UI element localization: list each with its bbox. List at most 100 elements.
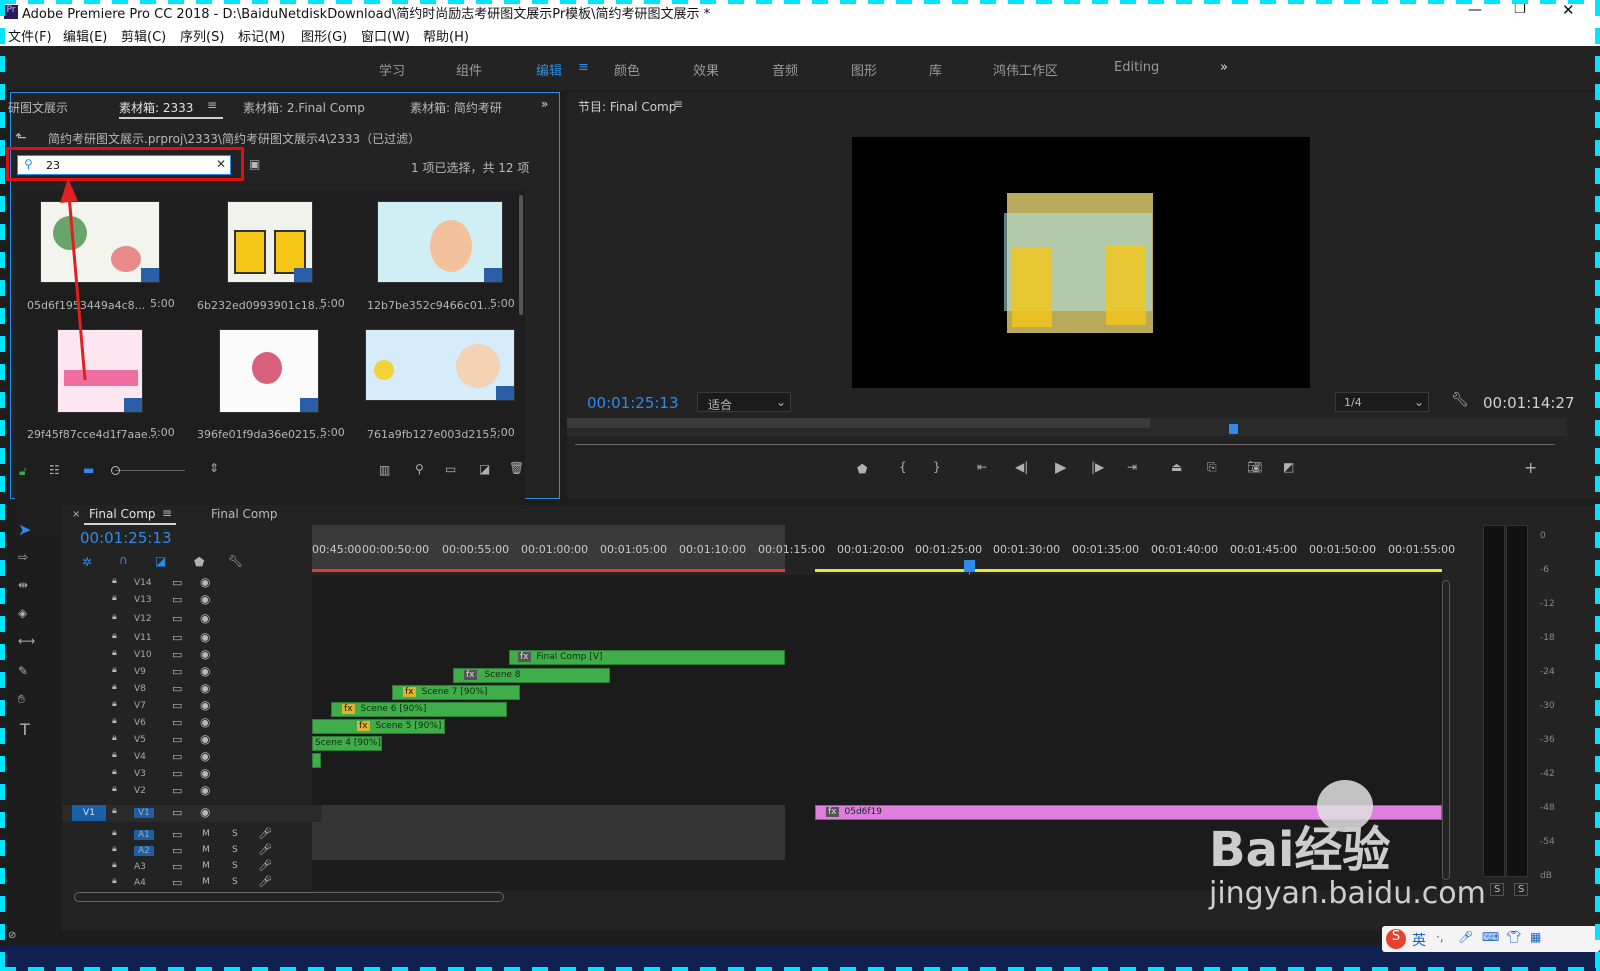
thumbnail-5[interactable] <box>219 329 319 413</box>
mic-icon[interactable]: 🎤︎ <box>1458 930 1473 944</box>
mic-icon[interactable]: 🎤︎ <box>258 859 272 872</box>
add-button-icon[interactable]: + <box>1524 458 1537 477</box>
ws-libraries[interactable]: 库 <box>929 60 942 79</box>
lock-icon[interactable]: 🔒︎ <box>112 699 117 709</box>
sync-icon[interactable]: ▭ <box>172 784 182 797</box>
skin-icon[interactable]: 👕︎ <box>1506 930 1521 944</box>
sync-icon[interactable]: ▭ <box>172 767 182 780</box>
punctuation-icon[interactable]: ·, <box>1436 930 1444 944</box>
new-bin-icon[interactable]: ▭ <box>445 462 456 476</box>
lock-icon[interactable]: 🔒︎ <box>112 576 117 586</box>
go-to-out-icon[interactable]: ⇥ <box>1127 460 1137 474</box>
list-view-icon[interactable]: ☷ <box>49 463 60 477</box>
clear-search-icon[interactable]: ✕ <box>216 157 226 171</box>
menu-clip[interactable]: 剪辑(C) <box>121 26 166 45</box>
clip-small[interactable] <box>312 753 321 768</box>
sync-icon[interactable]: ▭ <box>172 665 182 678</box>
mute-button[interactable]: M <box>202 861 210 871</box>
keyboard-icon[interactable]: ⌨︎ <box>1482 930 1499 944</box>
mic-icon[interactable]: 🎤︎ <box>258 827 272 840</box>
lock-icon[interactable]: 🔒︎ <box>112 612 117 622</box>
lock-icon[interactable]: 🔓︎ <box>19 464 27 479</box>
sync-icon[interactable]: ▭ <box>172 860 182 873</box>
ime-mode[interactable]: 英 <box>1412 930 1426 950</box>
sync-icon[interactable]: ▭ <box>172 631 182 644</box>
eye-icon[interactable]: ◉ <box>200 783 210 797</box>
ws-color[interactable]: 颜色 <box>614 60 640 79</box>
sync-icon[interactable]: ▭ <box>172 576 182 589</box>
eye-icon[interactable]: ◉ <box>200 592 210 606</box>
menu-graphics[interactable]: 图形(G) <box>301 26 347 45</box>
close-tab-icon[interactable]: × <box>72 509 80 520</box>
maximize-button[interactable]: ❐ <box>1514 2 1526 17</box>
panel-menu-icon[interactable]: ≡ <box>207 98 217 112</box>
hand-icon[interactable]: ✋︎ <box>18 692 25 707</box>
panel-menu-icon[interactable]: ≡ <box>673 97 683 111</box>
ws-more-icon[interactable]: » <box>1220 60 1228 75</box>
slip-icon[interactable]: ⟷ <box>18 634 35 648</box>
go-to-in-icon[interactable]: ⇤ <box>977 460 987 474</box>
find-icon[interactable]: ⚲ <box>415 462 424 476</box>
playhead-handle[interactable] <box>964 560 975 572</box>
ws-effects[interactable]: 效果 <box>693 60 719 79</box>
menu-file[interactable]: 文件(F) <box>8 26 52 45</box>
eye-icon[interactable]: ◉ <box>200 698 210 712</box>
sync-icon[interactable]: ▭ <box>172 750 182 763</box>
snap-icon[interactable]: ✲ <box>82 555 92 569</box>
lock-icon[interactable]: 🔒︎ <box>112 844 117 854</box>
sync-icon[interactable]: ▭ <box>172 612 182 625</box>
eye-icon[interactable]: ◉ <box>200 805 210 819</box>
lock-icon[interactable]: 🔒︎ <box>112 784 117 794</box>
minimize-button[interactable]: — <box>1468 2 1482 18</box>
eye-icon[interactable]: ◉ <box>200 681 210 695</box>
lock-icon[interactable]: 🔒︎ <box>112 806 117 816</box>
clip-scene-6[interactable]: fx Scene 6 [90%] <box>331 702 507 717</box>
toolbox-icon[interactable]: ▦ <box>1530 930 1541 944</box>
mic-icon[interactable]: 🎤︎ <box>258 843 272 856</box>
lock-icon[interactable]: 🔒︎ <box>112 860 117 870</box>
thumbnail-2[interactable] <box>227 201 313 283</box>
panel-menu-icon[interactable]: ≡ <box>162 506 172 520</box>
fit-dropdown[interactable]: 适合 ⌄ <box>697 392 791 412</box>
menu-edit[interactable]: 编辑(E) <box>63 26 107 45</box>
lock-icon[interactable]: 🔒︎ <box>112 648 117 658</box>
lock-icon[interactable]: 🔒︎ <box>112 716 117 726</box>
compare-icon[interactable]: ◩ <box>1283 460 1294 474</box>
pen-icon[interactable]: ✎ <box>18 664 28 678</box>
wrench-icon[interactable]: 🔧︎ <box>1451 392 1469 408</box>
playhead-timecode[interactable]: 00:01:25:13 <box>587 394 679 412</box>
trash-icon[interactable]: 🗑︎ <box>509 461 524 475</box>
mute-button[interactable]: M <box>202 845 210 855</box>
sogou-icon[interactable]: S <box>1386 929 1406 949</box>
lock-icon[interactable]: 🔒︎ <box>112 665 117 675</box>
tab-final-comp-2[interactable]: Final Comp <box>211 507 278 521</box>
sync-icon[interactable]: ▭ <box>172 876 182 889</box>
eye-icon[interactable]: ◉ <box>200 732 210 746</box>
zoom-scroll[interactable] <box>575 444 1555 445</box>
tab-final-comp[interactable]: Final Comp <box>89 507 156 521</box>
eye-icon[interactable]: ◉ <box>200 749 210 763</box>
solo-button[interactable]: S <box>232 861 238 871</box>
playhead-marker[interactable] <box>1229 424 1238 434</box>
clip-scene-7[interactable]: fx Scene 7 [90%] <box>392 685 520 700</box>
sync-icon[interactable]: ▭ <box>172 806 182 819</box>
add-marker-icon[interactable]: ⬟ <box>857 462 867 476</box>
sync-icon[interactable]: ▭ <box>172 844 182 857</box>
tab-bin-final-comp[interactable]: 素材箱: 2.Final Comp <box>243 99 365 116</box>
eye-icon[interactable]: ◉ <box>200 766 210 780</box>
thumbnail-3[interactable] <box>377 201 503 283</box>
clip-scene-4[interactable]: Scene 4 [90%] <box>312 736 382 751</box>
ws-learn[interactable]: 学习 <box>379 60 405 79</box>
solo-button[interactable]: S <box>232 829 238 839</box>
clip-final-comp[interactable]: fx Final Comp [V] <box>509 650 785 665</box>
mark-in-icon[interactable]: { <box>899 460 907 474</box>
track-select-icon[interactable]: ⇨ <box>18 550 28 564</box>
selection-tool-icon[interactable]: ➤ <box>18 520 31 539</box>
ws-assembly[interactable]: 组件 <box>456 60 482 79</box>
clip-scene-5[interactable]: fx Scene 5 [90%] <box>312 719 445 734</box>
sync-icon[interactable]: ▭ <box>172 716 182 729</box>
menu-marker[interactable]: 标记(M) <box>238 26 285 45</box>
time-ruler[interactable]: 00:45:00 00:00:50:00 00:00:55:00 00:01:0… <box>312 505 1455 573</box>
clip-scene-8[interactable]: fx Scene 8 <box>453 668 610 683</box>
menu-sequence[interactable]: 序列(S) <box>180 26 224 45</box>
